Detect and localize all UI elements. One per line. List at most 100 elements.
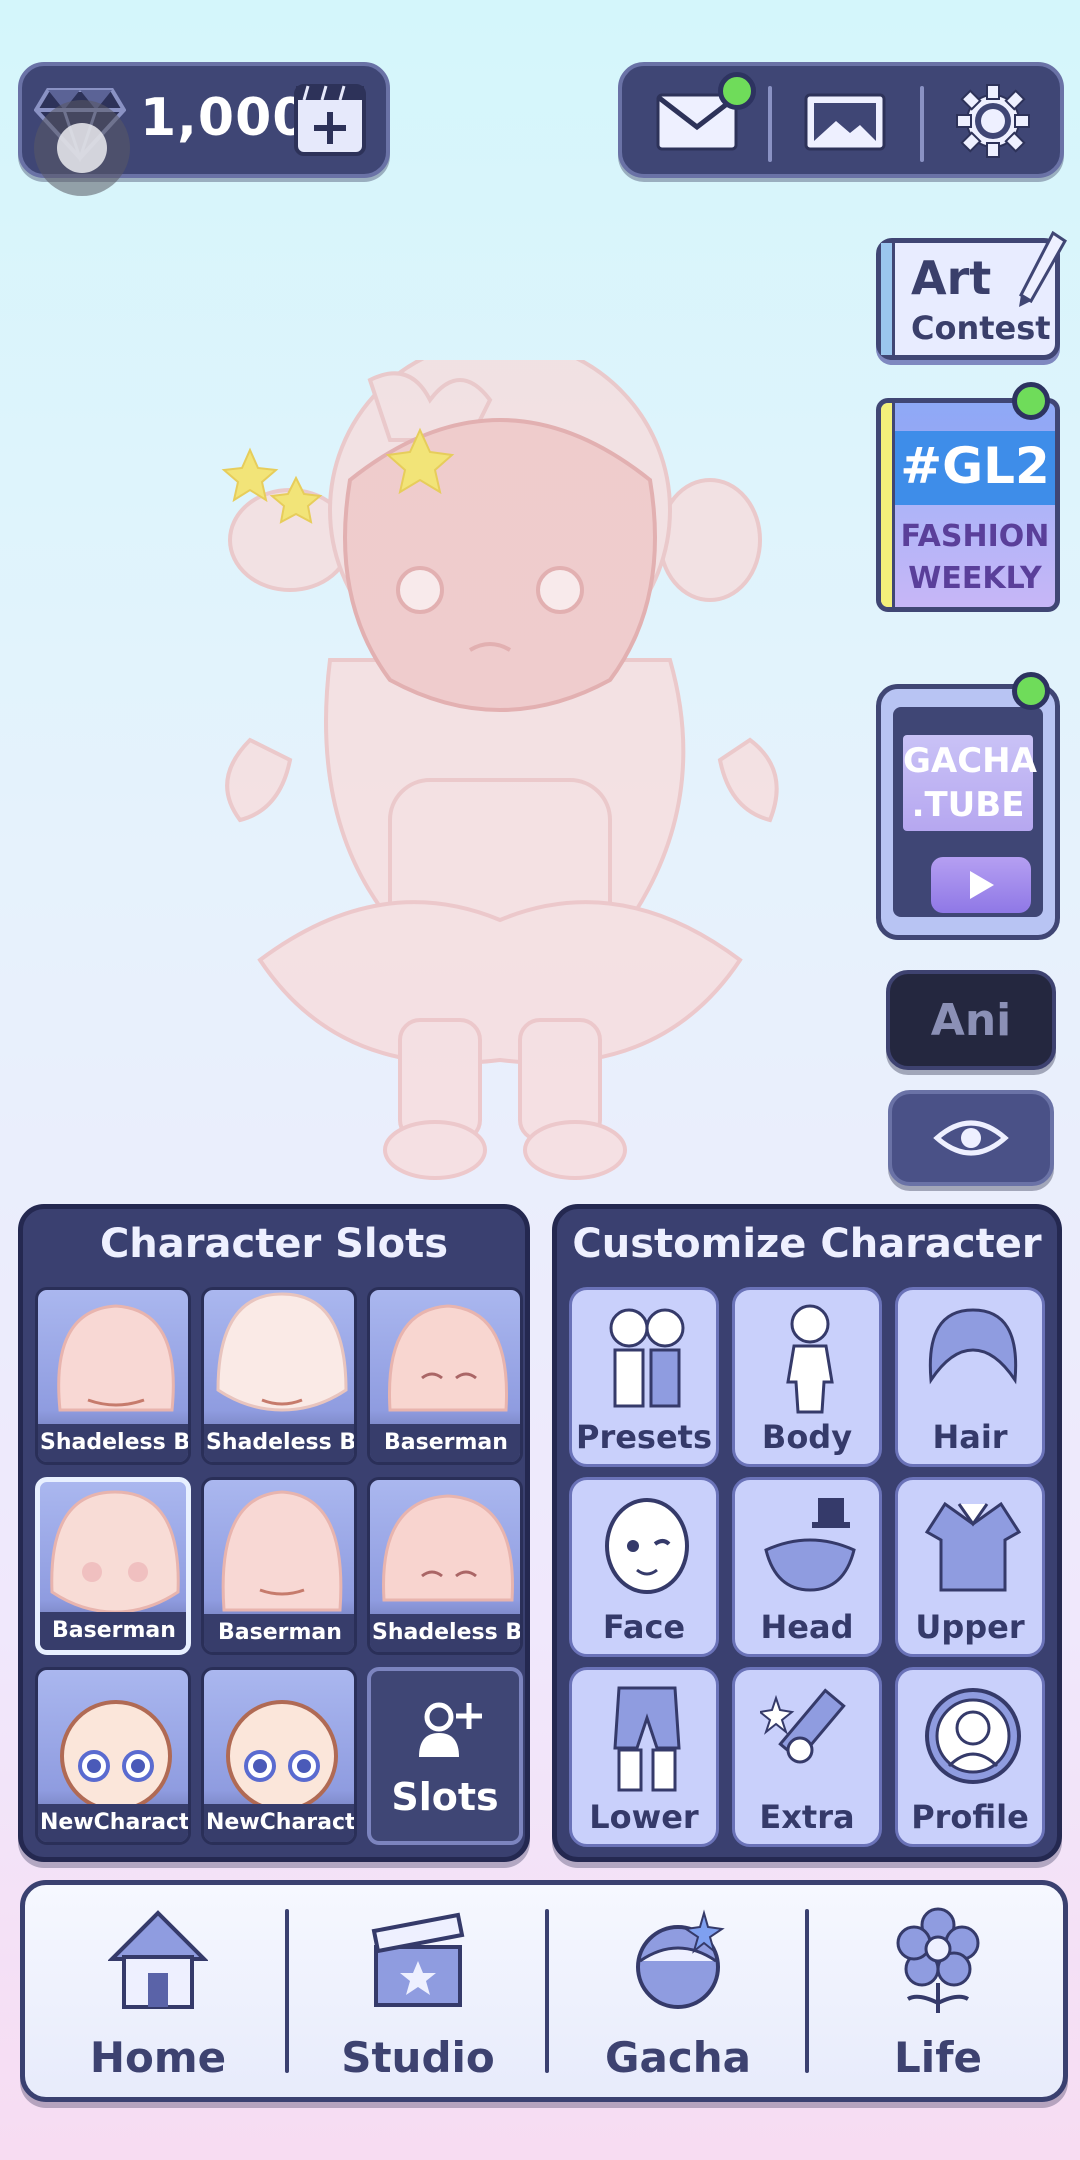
- nav-studio[interactable]: Studio: [289, 1885, 547, 2097]
- nav-life-label: Life: [894, 2033, 982, 2082]
- divider: [768, 86, 772, 162]
- slot-name: Shadeless Base: [370, 1614, 520, 1652]
- slot-name: NewCharacter: [204, 1804, 354, 1842]
- character-slot[interactable]: NewCharacter: [35, 1667, 191, 1845]
- clapperboard-icon: [371, 1912, 465, 2007]
- play-icon: [931, 857, 1031, 913]
- add-video-icon[interactable]: [292, 80, 368, 160]
- magazine-spine: [881, 403, 895, 607]
- extra-label: Extra: [759, 1798, 855, 1836]
- gallery-button[interactable]: [780, 76, 910, 166]
- art-contest-line1: Art: [911, 251, 992, 305]
- nav-home-label: Home: [89, 2033, 227, 2082]
- body-icon: [786, 1304, 834, 1414]
- presets-icon: [609, 1308, 685, 1408]
- bottom-nav: Home Studio Gacha Life: [20, 1880, 1068, 2102]
- slot-name: Shadeless Base: [38, 1424, 188, 1462]
- top-menu: [618, 62, 1064, 178]
- ani-button[interactable]: Ani: [886, 970, 1056, 1070]
- bald-avatar: [60, 1700, 172, 1812]
- lower-label: Lower: [589, 1798, 699, 1836]
- character-slot[interactable]: Shadeless Base: [201, 1287, 357, 1465]
- avatar: [57, 1304, 175, 1412]
- slot-name: Baserman: [370, 1424, 520, 1462]
- flower-icon: [896, 1907, 980, 2013]
- extra-button[interactable]: Extra: [732, 1667, 882, 1847]
- character-slot[interactable]: Shadeless Base: [367, 1477, 523, 1655]
- presets-button[interactable]: Presets: [569, 1287, 719, 1467]
- avatar: [387, 1304, 509, 1412]
- character-slots-panel: Character Slots Shadeless Base Shadeless…: [18, 1204, 530, 1862]
- upper-label: Upper: [915, 1608, 1025, 1646]
- touch-indicator: [34, 100, 130, 196]
- fashion-title: #GL2: [900, 437, 1050, 495]
- gacha-ball-icon: [636, 1909, 725, 2009]
- lower-button[interactable]: Lower: [569, 1667, 719, 1847]
- character-slot[interactable]: Baserman: [367, 1287, 523, 1465]
- head-label: Head: [760, 1608, 854, 1646]
- hair-button[interactable]: Hair: [895, 1287, 1045, 1467]
- panel-title: Customize Character: [572, 1221, 1042, 1267]
- gem-count: 1,000: [140, 88, 310, 148]
- slot-name: Baserman: [204, 1614, 354, 1652]
- presets-label: Presets: [575, 1418, 713, 1456]
- avatar: [382, 1494, 514, 1602]
- eye-button[interactable]: [888, 1090, 1054, 1186]
- gear-icon: [956, 84, 1030, 158]
- hair-icon: [928, 1308, 1018, 1385]
- art-contest-button[interactable]: Art Contest: [876, 230, 1067, 360]
- divider: [920, 86, 924, 162]
- tube-notification-dot: [1012, 672, 1050, 710]
- add-user-icon: [419, 1702, 482, 1757]
- eye-icon: [933, 1120, 1009, 1156]
- nav-life[interactable]: Life: [809, 1885, 1067, 2097]
- gacha-tube-button[interactable]: GACHA .TUBE: [876, 684, 1060, 940]
- notebook-spine: [881, 243, 895, 355]
- avatar: [221, 1490, 343, 1612]
- head-button[interactable]: Head: [732, 1477, 882, 1657]
- panel-title: Character Slots: [99, 1221, 449, 1267]
- upper-icon: [924, 1501, 1022, 1592]
- body-button[interactable]: Body: [732, 1287, 882, 1467]
- upper-button[interactable]: Upper: [895, 1477, 1045, 1657]
- fashion-notification-dot: [1012, 382, 1050, 420]
- avatar: [50, 1490, 180, 1614]
- lower-icon: [613, 1686, 681, 1792]
- nav-home[interactable]: Home: [29, 1885, 287, 2097]
- hair-label: Hair: [932, 1418, 1008, 1456]
- body-label: Body: [761, 1418, 853, 1456]
- character-slot-selected[interactable]: Baserman: [35, 1477, 191, 1655]
- add-slots-button[interactable]: Slots: [367, 1667, 523, 1845]
- nav-gacha[interactable]: Gacha: [549, 1885, 807, 2097]
- customize-character-panel: Customize Character Presets Body Hair Fa…: [552, 1204, 1062, 1862]
- face-icon: [605, 1498, 689, 1594]
- face-label: Face: [602, 1608, 686, 1646]
- house-icon: [108, 1910, 208, 2009]
- extra-icon: [760, 1688, 846, 1764]
- bald-avatar: [226, 1700, 338, 1812]
- mail-notification-dot: [718, 72, 756, 110]
- character-slot[interactable]: Shadeless Base: [35, 1287, 191, 1465]
- nav-gacha-label: Gacha: [605, 2033, 751, 2082]
- image-icon: [804, 93, 886, 151]
- art-contest-line2: Contest: [911, 309, 1051, 347]
- character-slot[interactable]: Baserman: [201, 1477, 357, 1655]
- profile-button[interactable]: Profile: [895, 1667, 1045, 1847]
- character-preview[interactable]: [190, 360, 830, 1200]
- face-button[interactable]: Face: [569, 1477, 719, 1657]
- fashion-line2: WEEKLY: [908, 561, 1042, 596]
- fashion-weekly-button[interactable]: #GL2 FASHION WEEKLY: [876, 398, 1060, 612]
- nav-studio-label: Studio: [341, 2033, 495, 2082]
- head-icon: [764, 1498, 856, 1592]
- avatar: [216, 1292, 348, 1412]
- character-slot[interactable]: NewCharacter: [201, 1667, 357, 1845]
- add-slots-label: Slots: [391, 1775, 499, 1819]
- settings-button[interactable]: [928, 76, 1058, 166]
- pencil-icon: [1019, 230, 1067, 307]
- tablet-screen: GACHA .TUBE: [893, 707, 1043, 917]
- profile-label: Profile: [911, 1798, 1029, 1836]
- tube-line1: GACHA: [903, 741, 1037, 781]
- fashion-line1: FASHION: [900, 519, 1050, 554]
- tube-label: GACHA .TUBE: [903, 735, 1037, 831]
- slot-name: NewCharacter: [38, 1804, 188, 1842]
